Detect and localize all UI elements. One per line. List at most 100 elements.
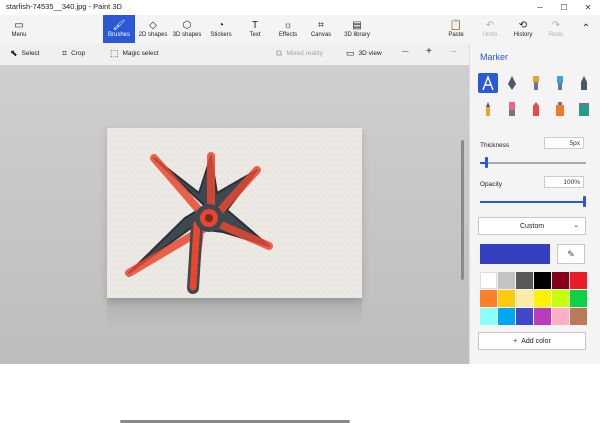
color-swatch[interactable] xyxy=(570,290,587,307)
color-swatch[interactable] xyxy=(516,272,533,289)
window-title: starfish-74535__340.jpg - Paint 3D xyxy=(6,2,122,11)
opacity-slider[interactable] xyxy=(480,196,586,207)
title-bar: starfish-74535__340.jpg - Paint 3D ─ ☐ ✕ xyxy=(0,0,600,15)
zoom-out-button[interactable]: — xyxy=(402,48,409,55)
menu-button[interactable]: ▭ Menu xyxy=(4,15,34,43)
starfish-image xyxy=(107,128,362,298)
crop-icon: ⌗ xyxy=(62,48,68,58)
history-button[interactable]: ⟲ History xyxy=(508,15,538,43)
more-options-button[interactable]: ··· xyxy=(450,48,457,55)
color-swatch[interactable] xyxy=(534,290,551,307)
calligraphy-pen-tool[interactable] xyxy=(502,73,522,93)
canvas-area[interactable] xyxy=(0,65,469,423)
2d-shapes-icon: ◇ xyxy=(149,20,157,31)
maximize-icon: ☐ xyxy=(560,3,568,12)
plus-icon: + xyxy=(513,337,518,345)
opacity-slider-thumb[interactable] xyxy=(583,196,586,207)
zoom-in-button[interactable]: + xyxy=(426,46,432,57)
3d-cube-icon: ⬡ xyxy=(182,20,192,31)
brush-icon: 🖌 xyxy=(112,20,126,31)
color-swatch[interactable] xyxy=(498,290,515,307)
thickness-label: Thickness xyxy=(480,142,510,149)
color-swatch[interactable] xyxy=(480,290,497,307)
crayon-icon xyxy=(533,102,539,116)
tab-3d-shapes[interactable]: ⬡ 3D shapes xyxy=(171,15,203,43)
paste-button[interactable]: 📋 Paste xyxy=(442,15,470,43)
starfish-photo[interactable] xyxy=(107,128,362,298)
tab-brushes[interactable]: 🖌 Brushes xyxy=(103,15,135,43)
fill-tool[interactable] xyxy=(574,99,594,119)
redo-button[interactable]: ↷ Redo xyxy=(542,15,570,43)
brushes-panel: Marker Thickness 5px Opacity 100% Custom… xyxy=(469,43,600,364)
tab-canvas[interactable]: ⌗ Canvas xyxy=(306,15,336,43)
watercolor-tool[interactable] xyxy=(550,73,570,93)
color-swatch[interactable] xyxy=(552,290,569,307)
color-swatch[interactable] xyxy=(552,308,569,325)
panel-title: Marker xyxy=(480,52,509,62)
color-swatch[interactable] xyxy=(516,290,533,307)
oil-brush-tool[interactable] xyxy=(526,73,546,93)
text-icon: T xyxy=(251,20,259,31)
color-swatch[interactable] xyxy=(480,272,497,289)
undo-icon: ↶ xyxy=(485,20,495,31)
canvas-icon: ⌗ xyxy=(318,20,324,31)
tab-effects[interactable]: ☼ Effects xyxy=(273,15,303,43)
spray-can-icon xyxy=(556,102,564,116)
color-swatch[interactable] xyxy=(570,308,587,325)
color-swatch[interactable] xyxy=(498,308,515,325)
color-swatch[interactable] xyxy=(570,272,587,289)
crop-button[interactable]: ⌗ Crop xyxy=(62,48,85,59)
color-swatch[interactable] xyxy=(534,308,551,325)
pixel-pen-tool[interactable] xyxy=(574,73,594,93)
paste-icon: 📋 xyxy=(449,20,463,31)
color-swatch[interactable] xyxy=(552,272,569,289)
collapse-ribbon-button[interactable]: ⌃ xyxy=(576,15,596,43)
color-swatch[interactable] xyxy=(498,272,515,289)
select-button[interactable]: ⬉ Select xyxy=(10,48,40,59)
eyedropper-button[interactable]: ✎ xyxy=(557,244,585,264)
marker-icon xyxy=(482,75,494,91)
pencil-tool[interactable] xyxy=(478,99,498,119)
mixed-reality-button[interactable]: ⧉ Mixed reality xyxy=(276,48,323,59)
tab-3d-library[interactable]: ▤ 3D library xyxy=(340,15,374,43)
current-color-swatch[interactable] xyxy=(480,244,550,264)
add-color-button[interactable]: + Add color xyxy=(478,332,586,350)
ribbon: ▭ Menu 🖌 Brushes ◇ 2D shapes ⬡ 3D shapes… xyxy=(0,15,600,43)
tab-stickers[interactable]: ◔ Stickers xyxy=(205,15,237,43)
opacity-input[interactable]: 100% xyxy=(544,176,584,188)
thickness-input[interactable]: 5px xyxy=(544,137,584,149)
calligraphy-pen-icon xyxy=(508,76,516,90)
thickness-slider[interactable] xyxy=(480,157,586,168)
tab-text[interactable]: T Text xyxy=(240,15,270,43)
maximize-button[interactable]: ☐ xyxy=(552,0,576,15)
redo-icon: ↷ xyxy=(551,20,561,31)
spray-can-tool[interactable] xyxy=(550,99,570,119)
magic-select-button[interactable]: ⬚ Magic select xyxy=(110,48,159,59)
eraser-tool[interactable] xyxy=(502,99,522,119)
3d-view-icon: ▭ xyxy=(346,48,355,58)
marker-tool[interactable] xyxy=(478,73,498,93)
color-swatch[interactable] xyxy=(480,308,497,325)
eyedropper-icon: ✎ xyxy=(567,248,575,259)
undo-button[interactable]: ↶ Undo xyxy=(476,15,504,43)
magic-select-icon: ⬚ xyxy=(110,48,119,58)
cursor-icon: ⬉ xyxy=(10,48,18,58)
minimize-button[interactable]: ─ xyxy=(528,0,552,15)
close-icon: ✕ xyxy=(584,3,592,12)
crayon-tool[interactable] xyxy=(526,99,546,119)
close-button[interactable]: ✕ xyxy=(576,0,600,15)
chevron-down-icon: ⌄ xyxy=(573,222,579,229)
vertical-scrollbar[interactable] xyxy=(461,140,464,280)
pencil-icon xyxy=(486,102,490,116)
color-swatch[interactable] xyxy=(516,308,533,325)
photo-shadow xyxy=(107,298,362,328)
paint-bucket-icon xyxy=(579,103,589,116)
sun-icon: ☼ xyxy=(283,20,293,31)
color-swatch[interactable] xyxy=(534,272,551,289)
3d-view-button[interactable]: ▭ 3D view xyxy=(346,48,382,59)
thickness-slider-thumb[interactable] xyxy=(485,157,488,168)
history-icon: ⟲ xyxy=(518,20,528,31)
finish-dropdown[interactable]: Custom ⌄ xyxy=(478,217,586,235)
minimize-icon: ─ xyxy=(537,3,543,12)
tab-2d-shapes[interactable]: ◇ 2D shapes xyxy=(137,15,169,43)
